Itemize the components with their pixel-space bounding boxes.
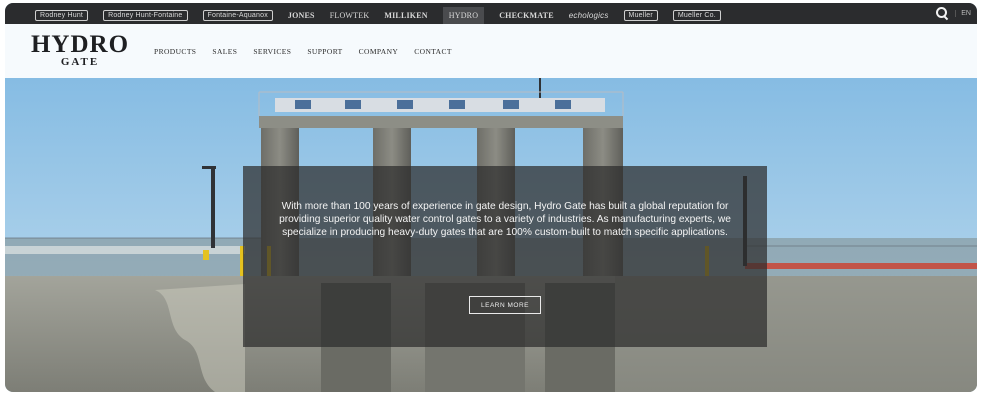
hero-section: With more than 100 years of experience i… xyxy=(5,78,977,392)
brand-link[interactable]: CHECKMATE xyxy=(499,11,554,20)
brand-link[interactable]: HYDRO xyxy=(442,7,485,24)
language-selector[interactable]: EN xyxy=(955,9,971,17)
brand-list: Rodney Hunt Rodney Hunt-Fontaine Fontaine-… xyxy=(35,7,721,24)
brand-bar: Rodney Hunt Rodney Hunt-Fontaine Fontaine-… xyxy=(5,3,977,24)
hydro-gate-logo[interactable]: HYDRO GATE xyxy=(25,32,135,68)
brand-bar-tools: EN xyxy=(935,6,971,20)
hero-overlay: With more than 100 years of experience i… xyxy=(243,166,767,347)
brand-link[interactable]: FLOWTEK xyxy=(330,11,370,20)
learn-more-button[interactable]: LEARN MORE xyxy=(469,296,541,314)
nav-sales[interactable]: SALES xyxy=(212,47,237,56)
brand-link[interactable]: Mueller Co. xyxy=(672,10,721,21)
brand-link[interactable]: echologics xyxy=(569,11,609,20)
brand-link[interactable]: Rodney Hunt xyxy=(35,10,89,21)
hero-text: With more than 100 years of experience i… xyxy=(279,201,731,239)
nav-products[interactable]: PRODUCTS xyxy=(154,47,196,56)
brand-link[interactable]: Rodney Hunt-Fontaine xyxy=(103,10,188,21)
search-icon[interactable] xyxy=(935,6,949,20)
main-nav: PRODUCTS SALES SERVICES SUPPORT COMPANY … xyxy=(154,47,452,56)
brand-link[interactable]: MILLIKEN xyxy=(384,11,427,20)
site-header: HYDRO GATE PRODUCTS SALES SERVICES SUPPO… xyxy=(5,24,977,78)
nav-support[interactable]: SUPPORT xyxy=(307,47,342,56)
browser-viewport: Rodney Hunt Rodney Hunt-Fontaine Fontaine-… xyxy=(5,3,977,392)
logo-wordmark: HYDRO xyxy=(30,31,130,58)
brand-link[interactable]: JONES xyxy=(288,11,315,20)
nav-company[interactable]: COMPANY xyxy=(359,47,399,56)
logo-subtitle: GATE xyxy=(60,56,100,68)
brand-link[interactable]: Fontaine-Aquanox xyxy=(202,10,273,21)
nav-services[interactable]: SERVICES xyxy=(253,47,291,56)
nav-contact[interactable]: CONTACT xyxy=(414,47,452,56)
brand-link[interactable]: Mueller xyxy=(623,10,658,21)
